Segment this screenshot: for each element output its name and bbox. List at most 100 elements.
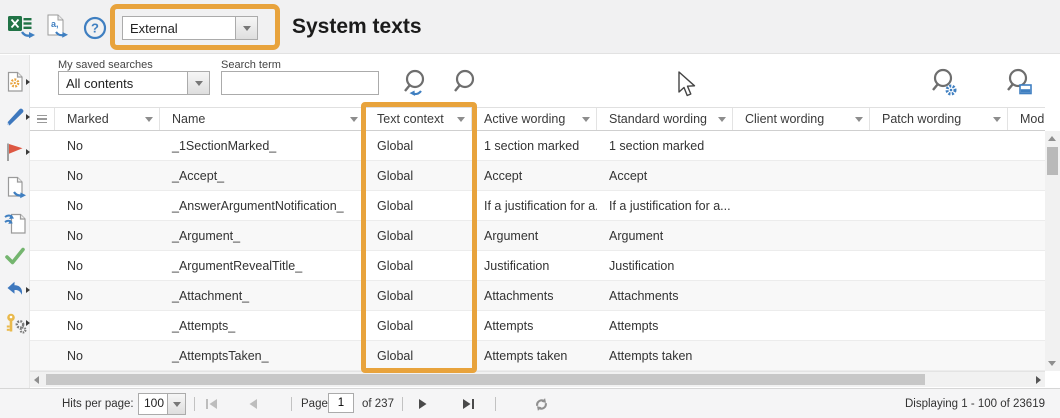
table-row[interactable]: No _AnswerArgumentNotification_ Global I… xyxy=(30,191,1045,221)
column-header-modified[interactable]: Modifi xyxy=(1008,108,1045,130)
table-row[interactable]: No _1SectionMarked_ Global 1 section mar… xyxy=(30,131,1045,161)
search-settings-icon[interactable] xyxy=(928,66,962,105)
column-header-name[interactable]: Name xyxy=(160,108,365,130)
cell-text-context: Global xyxy=(365,251,472,280)
row-handle xyxy=(30,251,55,280)
page-total-label: of 237 xyxy=(362,389,394,418)
cell-patch-wording xyxy=(870,251,1008,280)
table-row[interactable]: No _Accept_ Global Accept Accept xyxy=(30,161,1045,191)
last-page-button[interactable] xyxy=(462,389,475,418)
cell-marked: No xyxy=(55,221,160,250)
horizontal-scroll-thumb[interactable] xyxy=(46,374,925,385)
filter-arrow-icon[interactable] xyxy=(718,117,726,122)
vertical-scrollbar[interactable] xyxy=(1045,131,1060,371)
filter-arrow-icon[interactable] xyxy=(350,117,358,122)
new-search-icon[interactable] xyxy=(400,68,430,105)
page-settings-icon[interactable] xyxy=(4,71,26,93)
scroll-up-icon[interactable] xyxy=(1048,136,1056,141)
cell-marked: No xyxy=(55,311,160,340)
column-label: Active wording xyxy=(484,112,565,126)
scroll-right-icon[interactable] xyxy=(1036,376,1041,384)
column-label: Client wording xyxy=(745,112,824,126)
permissions-key-icon[interactable] xyxy=(4,312,26,334)
svg-text:a,: a, xyxy=(51,19,59,29)
cell-active-wording: Attempts taken xyxy=(472,341,597,370)
external-view-dropdown[interactable]: External xyxy=(122,16,258,40)
paste-page-icon[interactable] xyxy=(4,211,26,233)
cell-text-context: Global xyxy=(365,341,472,370)
external-view-value: External xyxy=(123,17,235,39)
mouse-cursor xyxy=(676,71,700,104)
text-export-icon[interactable]: a, xyxy=(44,13,72,46)
cell-text-context: Global xyxy=(365,131,472,160)
column-header-marked[interactable]: Marked xyxy=(55,108,160,130)
cell-modified xyxy=(1008,161,1045,190)
cell-patch-wording xyxy=(870,161,1008,190)
table-row[interactable]: No _Attempts_ Global Attempts Attempts xyxy=(30,311,1045,341)
flag-icon[interactable] xyxy=(4,141,26,163)
dropdown-arrow-button[interactable] xyxy=(235,17,257,39)
cell-name: _1SectionMarked_ xyxy=(160,131,365,160)
refresh-icon[interactable] xyxy=(534,389,549,418)
saved-searches-dropdown[interactable]: All contents xyxy=(58,71,210,95)
filter-arrow-icon[interactable] xyxy=(457,117,465,122)
table-row[interactable]: No _ArgumentRevealTitle_ Global Justific… xyxy=(30,251,1045,281)
separator xyxy=(402,397,403,411)
cell-name: _AttemptsTaken_ xyxy=(160,341,365,370)
chevron-down-icon xyxy=(243,26,251,31)
cell-name: _ArgumentRevealTitle_ xyxy=(160,251,365,280)
table-row[interactable]: No _AttemptsTaken_ Global Attempts taken… xyxy=(30,341,1045,371)
saved-searches-label: My saved searches xyxy=(58,59,153,71)
dropdown-arrow-button[interactable] xyxy=(187,72,209,94)
table-row[interactable]: No _Argument_ Global Argument Argument xyxy=(30,221,1045,251)
cell-patch-wording xyxy=(870,281,1008,310)
cell-standard-wording: Attachments xyxy=(597,281,733,310)
horizontal-scrollbar[interactable] xyxy=(30,371,1045,387)
first-page-button[interactable] xyxy=(205,389,218,418)
excel-export-icon[interactable] xyxy=(7,13,37,46)
cell-text-context: Global xyxy=(365,311,472,340)
page-number-input[interactable] xyxy=(328,393,354,413)
search-icon[interactable] xyxy=(450,68,478,103)
row-handle xyxy=(30,341,55,370)
filter-arrow-icon[interactable] xyxy=(145,117,153,122)
scroll-down-icon[interactable] xyxy=(1048,361,1056,366)
help-icon[interactable]: ? xyxy=(83,16,107,45)
column-header-standard-wording[interactable]: Standard wording xyxy=(597,108,733,130)
search-print-icon[interactable] xyxy=(1003,66,1037,105)
next-page-button[interactable] xyxy=(418,389,428,418)
column-menu-header[interactable] xyxy=(30,108,55,130)
column-label: Standard wording xyxy=(609,112,707,126)
flyout-arrow-icon[interactable] xyxy=(26,79,30,85)
search-term-input[interactable] xyxy=(221,71,379,95)
column-label: Name xyxy=(172,112,205,126)
approve-check-icon[interactable] xyxy=(4,245,26,267)
cell-standard-wording: 1 section marked xyxy=(597,131,733,160)
filter-arrow-icon[interactable] xyxy=(993,117,1001,122)
dropdown-arrow-button[interactable] xyxy=(167,394,185,414)
hits-per-page-label: Hits per page: xyxy=(62,389,134,418)
cell-standard-wording: Accept xyxy=(597,161,733,190)
filter-arrow-icon[interactable] xyxy=(582,117,590,122)
page-title: System texts xyxy=(292,15,422,39)
column-header-client-wording[interactable]: Client wording xyxy=(733,108,870,130)
cell-modified xyxy=(1008,191,1045,220)
column-header-text-context[interactable]: Text context xyxy=(365,108,472,130)
cell-name: _Attachment_ xyxy=(160,281,365,310)
column-header-active-wording[interactable]: Active wording xyxy=(472,108,597,130)
column-header-patch-wording[interactable]: Patch wording xyxy=(870,108,1008,130)
scroll-left-icon[interactable] xyxy=(34,376,39,384)
vertical-scroll-thumb[interactable] xyxy=(1047,147,1058,175)
filter-arrow-icon[interactable] xyxy=(855,117,863,122)
pagination-bar: Hits per page: 100 Page of 237 xyxy=(0,388,1060,418)
hits-per-page-dropdown[interactable]: 100 xyxy=(138,393,186,415)
cell-client-wording xyxy=(733,311,870,340)
edit-pencil-icon[interactable] xyxy=(4,106,26,128)
undo-icon[interactable] xyxy=(4,279,26,301)
cell-modified xyxy=(1008,341,1045,370)
displaying-status: Displaying 1 - 100 of 23619 xyxy=(905,389,1045,418)
previous-page-button[interactable] xyxy=(248,389,258,418)
table-row[interactable]: No _Attachment_ Global Attachments Attac… xyxy=(30,281,1045,311)
copy-page-icon[interactable] xyxy=(4,176,26,198)
cell-client-wording xyxy=(733,161,870,190)
